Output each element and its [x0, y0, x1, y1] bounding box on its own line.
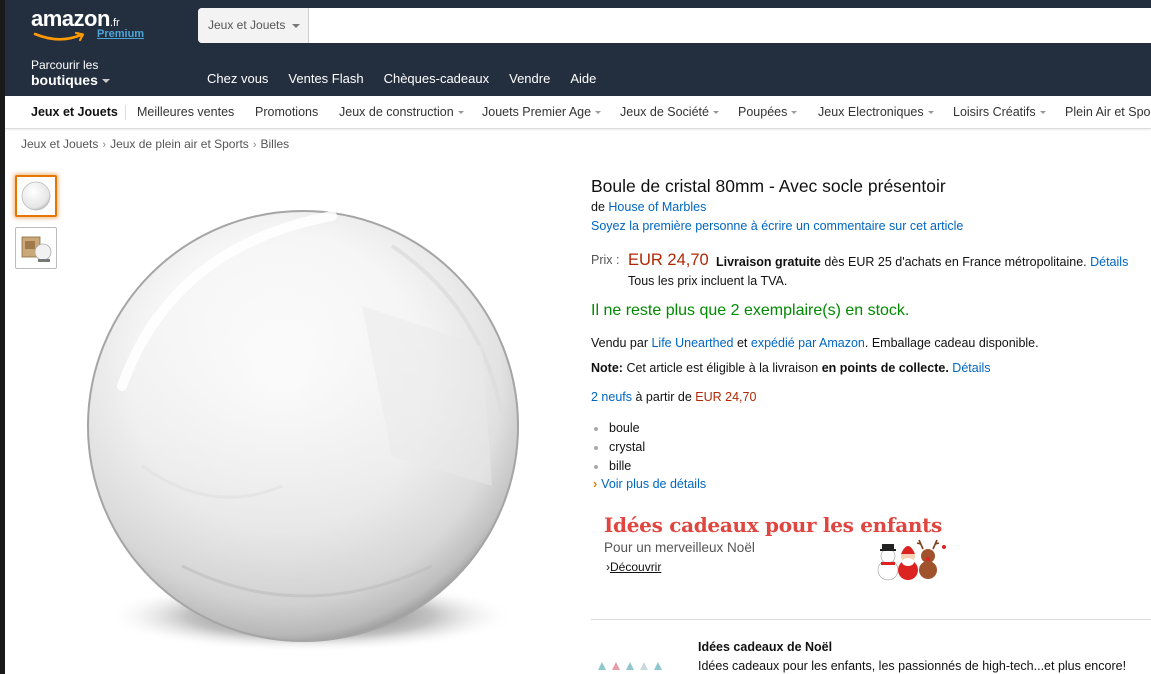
gift-ideas-title[interactable]: Idées cadeaux de Noël: [698, 640, 832, 654]
feature-bullet: boule: [593, 419, 645, 438]
nav-cheques-cadeaux[interactable]: Chèques-cadeaux: [384, 71, 490, 86]
product-main-image[interactable]: [62, 186, 559, 668]
subnav-promotions[interactable]: Promotions: [255, 96, 318, 129]
breadcrumb-separator: ›: [252, 139, 257, 151]
subnav-label: Poupées: [738, 105, 788, 119]
product-title: Boule de cristal 80mm - Avec socle prése…: [591, 176, 946, 196]
breadcrumb-billes[interactable]: Billes: [260, 137, 289, 151]
christmas-characters-illustration: [877, 539, 946, 581]
chevron-right-icon: ›: [593, 477, 598, 491]
nav-aide[interactable]: Aide: [570, 71, 596, 86]
chevron-down-icon: [1039, 111, 1046, 115]
subnav-label: Jeux de Société: [620, 105, 709, 119]
write-review-link[interactable]: Soyez la première personne à écrire un c…: [591, 219, 963, 233]
subnav-label: Jeux de construction: [339, 105, 454, 119]
seller-info: Vendu par Life Unearthed et expédié par …: [591, 336, 1039, 350]
feature-bullets: boule crystal bille: [593, 419, 645, 476]
search-category-select[interactable]: Jeux et Jouets: [198, 8, 309, 43]
see-more-details-link[interactable]: Voir plus de détails: [601, 477, 706, 491]
amazon-logo[interactable]: amazon.fr Premium: [31, 6, 144, 42]
thumbnail-1[interactable]: [15, 175, 57, 217]
category-subnav: Jeux et Jouets Meilleures ventes Promoti…: [5, 96, 1151, 129]
note-text: Cet article est éligible à la livraison: [626, 361, 819, 375]
top-nav: Chez vous Ventes Flash Chèques-cadeaux V…: [207, 71, 616, 86]
subnav-jeux-et-jouets[interactable]: Jeux et Jouets: [31, 96, 118, 129]
shop-big-label: boutiques: [31, 72, 98, 88]
chevron-down-icon: [927, 111, 934, 115]
nav-chez-vous[interactable]: Chez vous: [207, 71, 268, 86]
subnav-label: Jouets Premier Age: [482, 105, 592, 119]
subnav-jeux-de-construction[interactable]: Jeux de construction: [339, 96, 464, 129]
shipping-info: Livraison gratuite dès EUR 25 d'achats e…: [716, 255, 1128, 269]
shop-small-label: Parcourir les: [31, 58, 99, 72]
breadcrumb-separator: ›: [102, 139, 107, 151]
sold-prefix: Vendu par: [591, 336, 648, 350]
promo-discover[interactable]: ›Découvrir: [606, 560, 661, 574]
feature-bullet: bille: [593, 457, 645, 476]
gift-ideas-thumbnail: [598, 662, 662, 670]
subnav-label: Loisirs Créatifs: [953, 105, 1036, 119]
search-input[interactable]: [310, 8, 1151, 43]
sold-and: et: [736, 336, 748, 350]
shipping-text: dès EUR 25 d'achats en France métropolit…: [824, 255, 1087, 269]
thumbnail-2[interactable]: [15, 227, 57, 269]
nav-vendre[interactable]: Vendre: [509, 71, 550, 86]
sold-suffix: . Emballage cadeau disponible.: [864, 336, 1039, 350]
subnav-label: Jeux Electroniques: [818, 105, 924, 119]
breadcrumb: Jeux et Jouets › Jeux de plein air et Spor…: [21, 137, 289, 151]
feature-bullet: crystal: [593, 438, 645, 457]
smile-arrow-icon: [33, 31, 85, 42]
crystal-ball-thumbnail: [21, 181, 51, 211]
tva-note: Tous les prix incluent la TVA.: [628, 274, 788, 288]
site-header: amazon.fr Premium Jeux et Jouets Parcour…: [0, 0, 1151, 96]
subnav-jeux-de-societe[interactable]: Jeux de Société: [620, 96, 719, 129]
offers-price: EUR 24,70: [695, 390, 757, 404]
by-prefix: de: [591, 200, 605, 214]
chevron-down-icon: [292, 24, 300, 28]
breadcrumb-jeux-et-jouets[interactable]: Jeux et Jouets: [21, 137, 98, 151]
shop-by-department[interactable]: Parcourir les boutiques: [31, 59, 110, 89]
product-price: EUR 24,70: [628, 251, 709, 269]
promo-discover-label: Découvrir: [610, 560, 662, 574]
subnav-loisirs-creatifs[interactable]: Loisirs Créatifs: [953, 96, 1046, 129]
section-divider: [591, 619, 1151, 620]
free-shipping-label: Livraison gratuite: [716, 255, 821, 269]
chevron-down-icon: [712, 111, 719, 115]
product-byline: de House of Marbles: [591, 200, 706, 214]
new-offers-link[interactable]: 2 neufs: [591, 390, 632, 404]
note-label: Note:: [591, 361, 623, 375]
subnav-jeux-electroniques[interactable]: Jeux Electroniques: [818, 96, 934, 129]
nav-ventes-flash[interactable]: Ventes Flash: [288, 71, 363, 86]
pickup-details-link[interactable]: Détails: [952, 361, 990, 375]
other-offers: 2 neufs à partir de EUR 24,70: [591, 390, 756, 404]
search-bar: Jeux et Jouets: [198, 8, 1151, 43]
note-bold: en points de collecte.: [821, 361, 949, 375]
breadcrumb-plein-air[interactable]: Jeux de plein air et Sports: [110, 137, 249, 151]
promo-subtitle: Pour un merveilleux Noël: [604, 540, 755, 555]
window-left-edge: [0, 0, 5, 674]
chevron-down-icon: [457, 111, 464, 115]
subnav-plein-air-et-sports[interactable]: Plein Air et Sports: [1065, 96, 1151, 129]
fulfilled-by-amazon-link[interactable]: expédié par Amazon: [751, 336, 865, 350]
subnav-meilleures-ventes[interactable]: Meilleures ventes: [137, 96, 234, 129]
subnav-poupees[interactable]: Poupées: [738, 96, 798, 129]
chevron-down-icon: [595, 111, 602, 115]
premium-label: Premium: [97, 28, 145, 40]
boxed-product-thumbnail: [21, 236, 52, 262]
seller-link[interactable]: Life Unearthed: [651, 336, 733, 350]
see-more-details[interactable]: › Voir plus de détails: [593, 477, 706, 491]
subnav-divider: [125, 105, 126, 120]
gift-ideas-text: Idées cadeaux pour les enfants, les pass…: [698, 659, 1127, 673]
price-label: Prix :: [591, 253, 620, 267]
pickup-note: Note: Cet article est éligible à la livr…: [591, 361, 991, 375]
stock-status: Il ne reste plus que 2 exemplaire(s) en …: [591, 302, 910, 319]
brand-link[interactable]: House of Marbles: [608, 200, 706, 214]
offers-text: à partir de: [635, 390, 692, 404]
search-category-label: Jeux et Jouets: [208, 18, 286, 32]
subnav-jouets-premier-age[interactable]: Jouets Premier Age: [482, 96, 602, 129]
chevron-down-icon: [791, 111, 798, 115]
shipping-details-link[interactable]: Détails: [1090, 255, 1128, 269]
chevron-down-icon: [101, 79, 110, 84]
